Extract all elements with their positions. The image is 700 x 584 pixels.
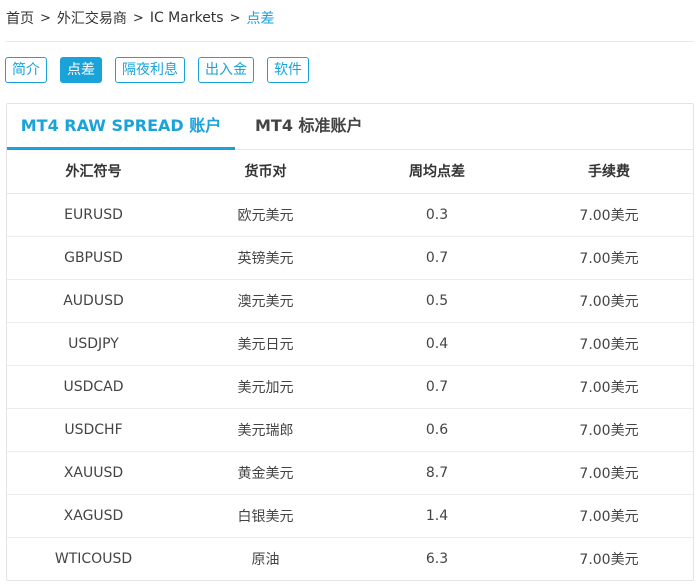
tab-mt4-standard[interactable]: MT4 标准账户 (255, 104, 363, 150)
breadcrumb-separator: > (40, 10, 51, 26)
cell-symbol: WTICOUSD (7, 537, 180, 580)
nav-deposit-withdraw-button[interactable]: 出入金 (198, 57, 254, 83)
cell-pair: 白银美元 (180, 494, 351, 538)
table-row: USDJPY 美元日元 0.4 7.00美元 (7, 322, 693, 366)
cell-pair: 澳元美元 (180, 279, 351, 323)
cell-avg-spread: 8.7 (351, 451, 523, 495)
cell-symbol: XAUUSD (7, 451, 180, 495)
breadcrumb: 首页 > 外汇交易商 > IC Markets > 点差 (6, 8, 275, 28)
cell-symbol: USDCHF (7, 408, 180, 452)
cell-commission: 7.00美元 (523, 365, 693, 409)
col-header-avg-spread: 周均点差 (351, 150, 523, 194)
spread-panel: MT4 RAW SPREAD 账户 MT4 标准账户 外汇符号 货币对 周均点差… (6, 103, 694, 581)
cell-pair: 美元日元 (180, 322, 351, 366)
table-body: EURUSD 欧元美元 0.3 7.00美元 GBPUSD 英镑美元 0.7 7.00美元 AU… (7, 193, 693, 580)
col-header-symbol: 外汇符号 (7, 150, 180, 194)
cell-avg-spread: 0.7 (351, 365, 523, 409)
tab-mt4-raw-spread[interactable]: MT4 RAW SPREAD 账户 (7, 104, 235, 150)
cell-avg-spread: 0.3 (351, 193, 523, 237)
breadcrumb-current: 点差 (246, 11, 275, 27)
breadcrumb-separator: > (229, 10, 241, 26)
cell-avg-spread: 0.7 (351, 236, 523, 280)
account-tabs: MT4 RAW SPREAD 账户 MT4 标准账户 (7, 104, 693, 150)
cell-pair: 美元瑞郎 (180, 408, 351, 452)
table-row: USDCAD 美元加元 0.7 7.00美元 (7, 365, 693, 409)
cell-commission: 7.00美元 (523, 451, 693, 495)
cell-avg-spread: 0.6 (351, 408, 523, 452)
spread-table: 外汇符号 货币对 周均点差 手续费 EURUSD 欧元美元 0.3 7.00美元 GBP… (7, 150, 693, 580)
cell-symbol: AUDUSD (7, 279, 180, 323)
table-row: GBPUSD 英镑美元 0.7 7.00美元 (7, 236, 693, 280)
breadcrumb-forex-brokers[interactable]: 外汇交易商 (57, 8, 127, 28)
nav-swap-button[interactable]: 隔夜利息 (115, 57, 185, 83)
cell-commission: 7.00美元 (523, 537, 693, 580)
nav-software-button[interactable]: 软件 (267, 57, 309, 83)
cell-avg-spread: 1.4 (351, 494, 523, 538)
nav-spread-button[interactable]: 点差 (60, 57, 102, 83)
table-row: EURUSD 欧元美元 0.3 7.00美元 (7, 193, 693, 237)
breadcrumb-broker[interactable]: IC Markets (150, 10, 224, 26)
col-header-pair: 货币对 (180, 150, 351, 194)
cell-symbol: XAGUSD (7, 494, 180, 538)
cell-pair: 美元加元 (180, 365, 351, 409)
table-row: USDCHF 美元瑞郎 0.6 7.00美元 (7, 408, 693, 452)
table-row: AUDUSD 澳元美元 0.5 7.00美元 (7, 279, 693, 323)
cell-symbol: USDJPY (7, 322, 180, 366)
breadcrumb-separator: > (132, 10, 144, 26)
table-row: XAGUSD 白银美元 1.4 7.00美元 (7, 494, 693, 538)
cell-symbol: EURUSD (7, 193, 180, 237)
cell-commission: 7.00美元 (523, 494, 693, 538)
nav-intro-button[interactable]: 简介 (5, 57, 47, 83)
cell-commission: 7.00美元 (523, 193, 693, 237)
cell-pair: 原油 (180, 537, 351, 580)
cell-avg-spread: 0.4 (351, 322, 523, 366)
table-header-row: 外汇符号 货币对 周均点差 手续费 (7, 150, 693, 194)
section-nav: 简介 点差 隔夜利息 出入金 软件 (5, 57, 309, 83)
cell-pair: 黄金美元 (180, 451, 351, 495)
table-row: XAUUSD 黄金美元 8.7 7.00美元 (7, 451, 693, 495)
cell-commission: 7.00美元 (523, 279, 693, 323)
table-row: WTICOUSD 原油 6.3 7.00美元 (7, 537, 693, 580)
cell-commission: 7.00美元 (523, 236, 693, 280)
cell-pair: 欧元美元 (180, 193, 351, 237)
header-divider (6, 41, 694, 42)
cell-symbol: USDCAD (7, 365, 180, 409)
cell-pair: 英镑美元 (180, 236, 351, 280)
cell-commission: 7.00美元 (523, 322, 693, 366)
cell-avg-spread: 0.5 (351, 279, 523, 323)
cell-commission: 7.00美元 (523, 408, 693, 452)
cell-symbol: GBPUSD (7, 236, 180, 280)
cell-avg-spread: 6.3 (351, 537, 523, 580)
breadcrumb-home[interactable]: 首页 (6, 8, 34, 28)
col-header-commission: 手续费 (523, 150, 693, 194)
